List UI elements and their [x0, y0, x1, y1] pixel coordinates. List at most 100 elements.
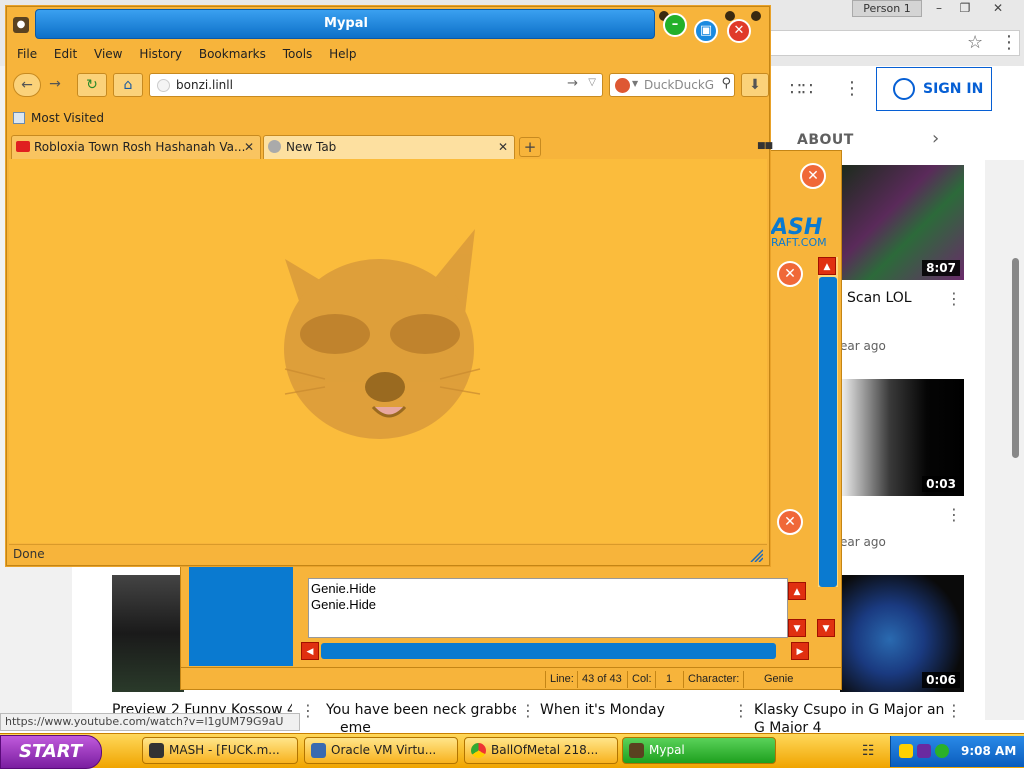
mash-scroll-thumb[interactable]	[819, 277, 837, 587]
most-visited-link[interactable]: Most Visited	[31, 111, 104, 125]
col-label: Col:	[627, 671, 655, 688]
title-bar[interactable]: Mypal	[35, 9, 655, 39]
task-mypal[interactable]: Mypal	[622, 737, 776, 764]
go-arrow-icon[interactable]: →	[567, 76, 578, 91]
menu-help[interactable]: Help	[329, 47, 356, 61]
video-menu-icon[interactable]: ⋮	[300, 701, 316, 720]
video-thumbnail[interactable]: 0:06	[840, 575, 964, 692]
scroll-up-icon[interactable]: ▲	[818, 257, 836, 275]
video-menu-icon[interactable]: ⋮	[946, 701, 962, 720]
video-thumbnail[interactable]	[112, 575, 184, 692]
video-menu-icon[interactable]: ⋮	[946, 289, 962, 308]
home-icon[interactable]: ⌂	[113, 73, 143, 97]
menu-file[interactable]: File	[17, 47, 37, 61]
keyboard-icon[interactable]: ☷	[862, 743, 875, 759]
mypal-app-icon[interactable]: ●	[13, 17, 29, 33]
video-title[interactable]: When it's Monday	[540, 702, 665, 718]
tray-icon[interactable]	[899, 744, 913, 758]
menu-bar: File Edit View History Bookmarks Tools H…	[17, 47, 369, 65]
character-label: Character:	[683, 671, 743, 688]
video-title[interactable]: Klasky Csupo in G Major and	[754, 702, 944, 718]
search-icon[interactable]: ⚲	[721, 76, 731, 91]
clock[interactable]: 9:08 AM	[961, 736, 1016, 766]
tab-list-icon[interactable]: ■■	[757, 141, 773, 151]
task-chrome[interactable]: BallOfMetal 218...	[464, 737, 618, 764]
profile-button[interactable]: Person 1	[852, 0, 922, 17]
mypal-icon	[629, 743, 644, 758]
close-tab-icon[interactable]: ✕	[498, 136, 508, 158]
video-menu-icon[interactable]: ⋮	[946, 505, 962, 524]
forward-icon[interactable]: →	[43, 73, 67, 97]
url-dropdown-icon[interactable]: ▽	[588, 77, 596, 88]
close-icon[interactable]: ✕	[777, 509, 803, 535]
scroll-down-icon[interactable]: ▼	[817, 619, 835, 637]
close-icon[interactable]: ✕	[800, 163, 826, 189]
close-icon[interactable]: ✕	[727, 19, 751, 43]
back-icon[interactable]: ←	[13, 73, 41, 97]
video-menu-icon[interactable]: ⋮	[733, 701, 749, 720]
menu-history[interactable]: History	[139, 47, 182, 61]
bookmarks-toolbar: Most Visited	[13, 111, 104, 125]
tray-icon[interactable]	[935, 744, 949, 758]
start-button[interactable]: START	[0, 735, 102, 769]
tray-icon[interactable]	[917, 744, 931, 758]
scroll-right-icon[interactable]: ▶	[791, 642, 809, 660]
video-menu-icon[interactable]: ⋮	[520, 701, 536, 720]
task-label: MASH - [FUCK.m...	[169, 743, 280, 757]
scroll-left-icon[interactable]: ◀	[301, 642, 319, 660]
url-input[interactable]: bonzi.linll → ▽	[149, 73, 603, 97]
bookmark-star-icon[interactable]: ☆	[967, 32, 983, 53]
close-icon[interactable]: ✕	[777, 261, 803, 287]
tab-new-tab[interactable]: New Tab ✕	[263, 135, 515, 159]
bg-minimize-button[interactable]: –	[926, 0, 952, 17]
sign-in-button[interactable]: SIGN IN	[876, 67, 992, 111]
task-virtualbox[interactable]: Oracle VM Virtu...	[304, 737, 458, 764]
close-tab-icon[interactable]: ✕	[244, 136, 254, 158]
script-editor[interactable]: Genie.Hide Genie.Hide	[308, 578, 788, 638]
resize-grip-icon[interactable]	[749, 548, 763, 562]
menu-edit[interactable]: Edit	[54, 47, 77, 61]
youtube-settings-icon[interactable]: ⋮	[843, 78, 861, 99]
youtube-scrollbar[interactable]	[1012, 258, 1019, 458]
video-duration: 0:06	[922, 672, 960, 688]
editor-status-bar: Line: 43 of 43 Col: 1 Character: Genie	[181, 667, 841, 689]
video-duration: 0:03	[922, 476, 960, 492]
maximize-icon[interactable]: ▣	[694, 19, 718, 43]
menu-bookmarks[interactable]: Bookmarks	[199, 47, 266, 61]
chevron-right-icon[interactable]: ›	[932, 128, 939, 149]
reload-icon[interactable]: ↻	[77, 73, 107, 97]
video-title[interactable]: You have been neck grabbed	[326, 702, 516, 718]
status-bar: Done	[9, 544, 767, 564]
globe-icon	[268, 140, 281, 153]
tab-robloxia[interactable]: Robloxia Town Rosh Hashanah Va... ✕	[11, 135, 261, 159]
minimize-icon[interactable]: –	[663, 13, 687, 37]
task-label: Mypal	[649, 743, 685, 757]
virtualbox-icon	[311, 743, 326, 758]
chrome-menu-icon[interactable]: ⋮	[1000, 32, 1018, 53]
tab-about[interactable]: ABOUT	[797, 132, 854, 148]
mash-icon	[149, 743, 164, 758]
search-engine-dropdown-icon[interactable]: ▼	[632, 79, 638, 88]
video-meta: ear ago	[840, 339, 886, 353]
mash-logo-url: RAFT.COM	[771, 236, 827, 249]
horizontal-scrollbar[interactable]	[321, 643, 776, 659]
download-icon[interactable]: ⬇	[741, 73, 769, 97]
apps-grid-icon[interactable]: ∷∷	[790, 79, 813, 100]
video-title[interactable]: Scan LOL	[847, 290, 912, 306]
new-tab-button[interactable]: +	[519, 137, 541, 157]
task-mash[interactable]: MASH - [FUCK.m...	[142, 737, 298, 764]
tab-label: Robloxia Town Rosh Hashanah Va...	[34, 140, 246, 154]
menu-view[interactable]: View	[94, 47, 122, 61]
bg-close-button[interactable]: ✕	[985, 0, 1011, 17]
scroll-down-icon[interactable]: ▼	[788, 619, 806, 637]
bg-maximize-button[interactable]: ❐	[952, 0, 978, 17]
duckduckgo-icon[interactable]	[615, 78, 630, 93]
video-thumbnail[interactable]: 0:03	[840, 379, 964, 496]
site-identity-icon[interactable]	[157, 79, 170, 92]
search-input[interactable]: ▼ DuckDuckG ⚲	[609, 73, 735, 97]
window-title: Mypal	[324, 16, 368, 31]
menu-tools[interactable]: Tools	[283, 47, 313, 61]
video-thumbnail[interactable]: 8:07	[840, 165, 964, 280]
scroll-up-icon[interactable]: ▲	[788, 582, 806, 600]
page-content	[9, 159, 767, 543]
